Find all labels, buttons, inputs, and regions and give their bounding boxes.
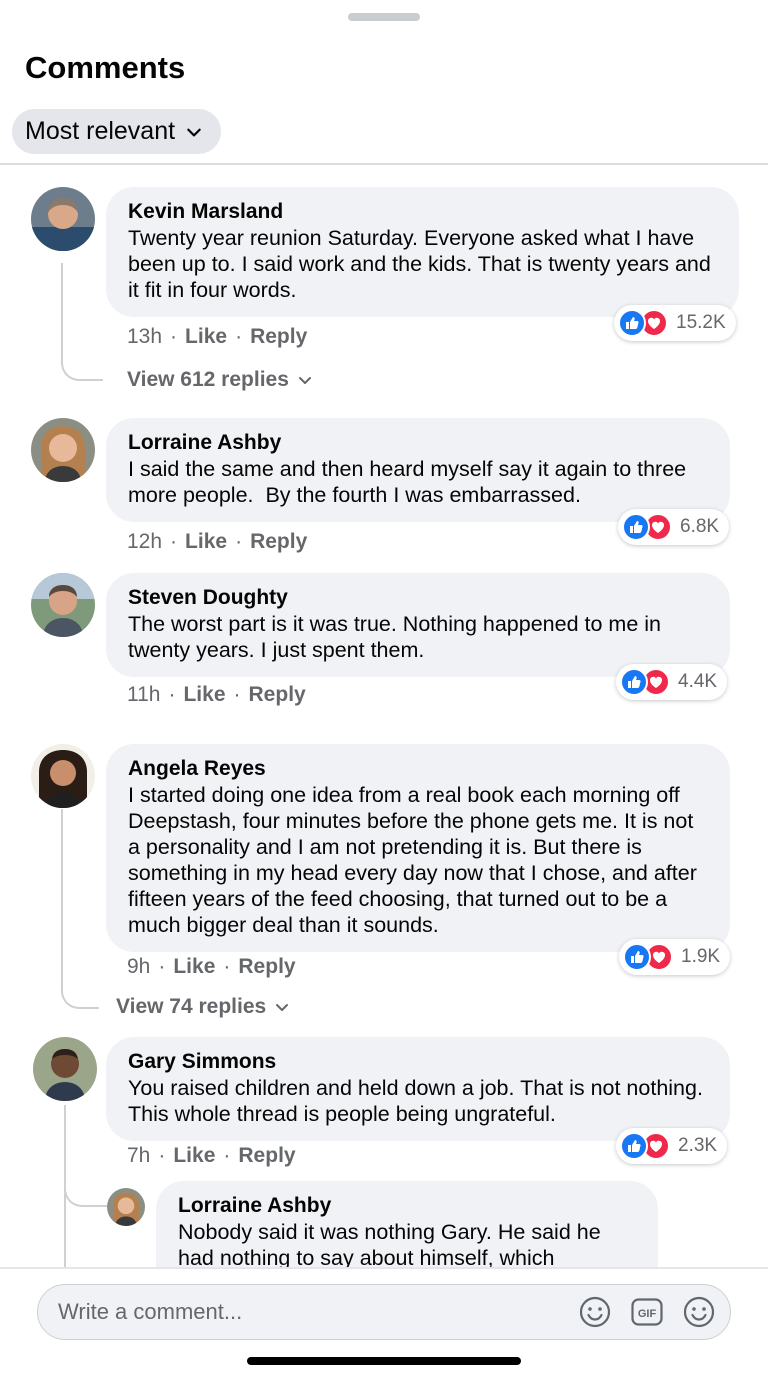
comment-author[interactable]: Gary Simmons: [128, 1049, 708, 1075]
comment-bubble[interactable]: Steven Doughty The worst part is it was …: [106, 573, 730, 677]
comment-author[interactable]: Lorraine Ashby: [128, 430, 708, 456]
comment-time: 13h: [127, 325, 163, 348]
comment-input-placeholder: Write a comment...: [58, 1299, 243, 1324]
view-replies-label: View 74 replies: [116, 995, 267, 1018]
comment-time: 11h: [127, 683, 161, 706]
comment-author[interactable]: Angela Reyes: [128, 756, 708, 782]
thread-connector: [61, 973, 99, 1009]
avatar[interactable]: [31, 744, 95, 808]
reply-button[interactable]: Reply: [238, 1144, 295, 1168]
svg-text:GIF: GIF: [638, 1308, 657, 1320]
sort-label: Most relevant: [25, 117, 176, 145]
avatar[interactable]: [31, 187, 95, 251]
comment-bubble[interactable]: Gary Simmons You raised children and hel…: [106, 1037, 730, 1141]
home-indicator: [247, 1357, 521, 1365]
comment-text: I started doing one idea from a real boo…: [128, 783, 703, 937]
view-replies-label: View 612 replies: [127, 368, 289, 391]
comment-meta: 9h · Like · Reply: [127, 955, 296, 979]
page-title: Comments: [25, 50, 186, 85]
reaction-count: 2.3K: [678, 1135, 718, 1156]
comments-sheet: Comments Most relevant Kevin Marsland Tw…: [0, 0, 768, 1376]
thread-connector: [61, 345, 103, 381]
thread-connector: [64, 1177, 108, 1207]
reaction-summary[interactable]: 15.2K: [614, 305, 736, 341]
comment-list[interactable]: Kevin Marsland Twenty year reunion Satur…: [0, 165, 768, 1267]
comment-meta: 7h · Like · Reply: [127, 1144, 296, 1168]
comment-author[interactable]: Steven Doughty: [128, 585, 708, 611]
view-replies-button[interactable]: View 612 replies: [127, 368, 313, 392]
comment-text: Twenty year reunion Saturday. Everyone a…: [128, 226, 717, 302]
like-reaction-icon: [618, 309, 646, 337]
comment-author[interactable]: Kevin Marsland: [128, 199, 717, 225]
view-replies-button[interactable]: View 74 replies: [116, 995, 290, 1019]
reply-author[interactable]: Lorraine Ashby: [178, 1193, 636, 1219]
gif-icon[interactable]: GIF: [630, 1295, 664, 1329]
avatar[interactable]: [31, 573, 95, 637]
reaction-count: 15.2K: [676, 312, 726, 333]
reply-bubble[interactable]: Lorraine Ashby Nobody said it was nothin…: [156, 1181, 658, 1267]
comment-input[interactable]: Write a comment... GIF: [37, 1284, 731, 1340]
like-reaction-icon: [623, 943, 651, 971]
comment-text: I said the same and then heard myself sa…: [128, 457, 693, 507]
like-button[interactable]: Like: [173, 955, 215, 979]
comment-text: The worst part is it was true. Nothing h…: [128, 612, 667, 662]
like-button[interactable]: Like: [185, 325, 227, 349]
emoji-icon[interactable]: [578, 1295, 612, 1329]
comment-meta: 13h · Like · Reply: [127, 325, 308, 349]
like-reaction-icon: [620, 668, 648, 696]
like-button[interactable]: Like: [183, 683, 225, 707]
comment-text: You raised children and held down a job.…: [128, 1076, 709, 1126]
sticker-icon[interactable]: [682, 1295, 716, 1329]
like-reaction-icon: [622, 513, 650, 541]
avatar[interactable]: [33, 1037, 97, 1101]
reaction-summary[interactable]: 6.8K: [618, 509, 730, 545]
chevron-down-icon: [274, 999, 290, 1015]
reaction-count: 4.4K: [678, 671, 718, 692]
like-reaction-icon: [620, 1132, 648, 1160]
comment-meta: 12h · Like · Reply: [127, 530, 308, 554]
sort-dropdown[interactable]: Most relevant: [12, 109, 222, 154]
avatar[interactable]: [31, 418, 95, 482]
comment-meta: 11h · Like · Reply: [127, 683, 306, 707]
comment-bubble[interactable]: Lorraine Ashby I said the same and then …: [106, 418, 730, 522]
comment-time: 12h: [127, 530, 163, 553]
comment-time: 7h: [127, 1144, 151, 1167]
like-button[interactable]: Like: [173, 1144, 215, 1168]
reaction-count: 6.8K: [680, 516, 720, 537]
chevron-down-icon: [185, 123, 203, 141]
reply-text: Nobody said it was nothing Gary. He said…: [178, 1220, 607, 1267]
chevron-down-icon: [297, 372, 313, 388]
reply-button[interactable]: Reply: [250, 530, 307, 554]
reaction-summary[interactable]: 4.4K: [616, 664, 728, 700]
avatar[interactable]: [107, 1188, 145, 1226]
reply-button[interactable]: Reply: [249, 683, 306, 707]
drag-handle[interactable]: [348, 13, 420, 21]
comment-time: 9h: [127, 955, 151, 978]
comment-bubble[interactable]: Angela Reyes I started doing one idea fr…: [106, 744, 730, 952]
reaction-count: 1.9K: [681, 946, 721, 967]
reaction-summary[interactable]: 2.3K: [616, 1128, 728, 1164]
comment-bubble[interactable]: Kevin Marsland Twenty year reunion Satur…: [106, 187, 739, 317]
thread-line: [61, 809, 63, 993]
reply-button[interactable]: Reply: [238, 955, 295, 979]
like-button[interactable]: Like: [185, 530, 227, 554]
composer-bar: Write a comment... GIF: [0, 1267, 768, 1376]
reaction-summary[interactable]: 1.9K: [619, 939, 731, 975]
reply-button[interactable]: Reply: [250, 325, 307, 349]
